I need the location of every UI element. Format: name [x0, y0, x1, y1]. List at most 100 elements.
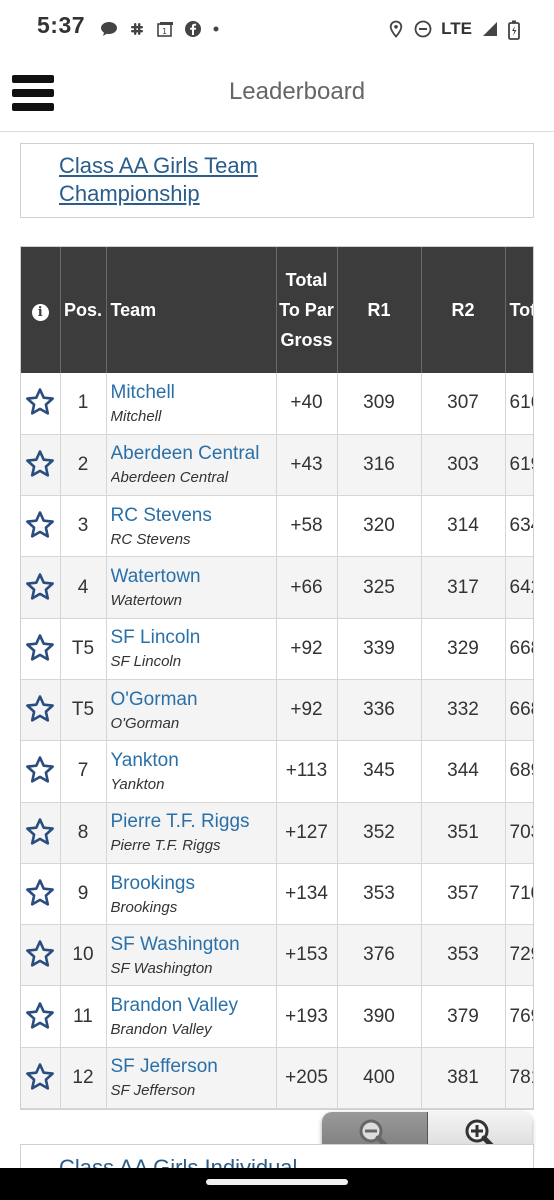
- cell-total: 668: [505, 618, 533, 680]
- cell-total: 616: [505, 373, 533, 435]
- cell-r1: 320: [337, 495, 422, 558]
- cell-team: Watertown Watertown: [106, 556, 277, 619]
- col-r2: R2: [421, 247, 506, 373]
- table-header-row: i Pos. Team Total To Par Gross R1 R2 Tot: [21, 247, 533, 373]
- cell-team: O'Gorman O'Gorman: [106, 679, 277, 742]
- cell-team: SF Lincoln SF Lincoln: [106, 618, 277, 680]
- cell-pos: 8: [60, 802, 107, 864]
- team-link[interactable]: Watertown: [111, 566, 276, 588]
- favorite-star-button[interactable]: [21, 373, 61, 435]
- table-row: 4WatertownWatertown+66325317642: [21, 556, 533, 619]
- col-team: Team: [106, 247, 277, 373]
- cell-r2: 344: [421, 740, 506, 803]
- favorite-star-button[interactable]: [21, 1047, 61, 1109]
- table-row: 12SF JeffersonSF Jefferson+205400381781: [21, 1047, 533, 1109]
- col-info[interactable]: i: [21, 247, 61, 373]
- star-icon: [24, 693, 56, 731]
- cell-r2: 379: [421, 985, 506, 1048]
- favorite-star-button[interactable]: [21, 802, 61, 864]
- team-subtitle: O'Gorman: [110, 714, 180, 732]
- svg-text:1: 1: [162, 27, 167, 36]
- team-link[interactable]: Brookings: [111, 873, 276, 895]
- cell-team: Yankton Yankton: [106, 740, 277, 803]
- favorite-star-button[interactable]: [21, 924, 61, 987]
- cell-total: 642: [505, 556, 533, 619]
- table-row: T5SF LincolnSF Lincoln+92339329668: [21, 618, 533, 680]
- cell-total: 668: [505, 679, 533, 742]
- table-row: 7YanktonYankton+113345344689: [21, 740, 533, 803]
- favorite-star-button[interactable]: [21, 434, 61, 497]
- cell-team: SF Washington SF Washington: [106, 924, 277, 987]
- star-icon: [24, 386, 56, 424]
- star-icon: [24, 632, 56, 670]
- cell-total: 769: [505, 985, 533, 1048]
- cell-total: 729: [505, 924, 533, 987]
- favorite-star-button[interactable]: [21, 740, 61, 803]
- event-card: Class AA Girls Team Championship: [20, 143, 534, 218]
- favorite-star-button[interactable]: [21, 985, 61, 1048]
- col-total: Tot: [505, 247, 533, 373]
- table-row: 3RC StevensRC Stevens+58320314634: [21, 495, 533, 558]
- cell-pos: 9: [60, 863, 107, 926]
- gesture-bar: [0, 1168, 554, 1200]
- table-row: 1MitchellMitchell+40309307616: [21, 373, 533, 435]
- cell-r2: 317: [421, 556, 506, 619]
- favorite-star-button[interactable]: [21, 618, 61, 680]
- team-link[interactable]: Brandon Valley: [111, 995, 276, 1017]
- cell-pos: 4: [60, 556, 107, 619]
- cell-total: 619: [505, 434, 533, 497]
- cell-pos: 2: [60, 434, 107, 497]
- team-link[interactable]: Yankton: [111, 750, 276, 772]
- cell-team: SF Jefferson SF Jefferson: [106, 1047, 277, 1109]
- star-icon: [24, 816, 56, 854]
- cell-r1: 339: [337, 618, 422, 680]
- cell-to-par: +134: [276, 863, 338, 926]
- table-row: 2 Aberdeen Central Aberdeen Central +43 316 3…: [21, 434, 533, 497]
- leaderboard-table[interactable]: i Pos. Team Total To Par Gross R1 R2 Tot…: [20, 246, 534, 1110]
- team-subtitle: Brookings: [110, 898, 178, 916]
- cell-r2: 329: [421, 618, 506, 680]
- team-link[interactable]: SF Washington: [111, 934, 276, 956]
- event-title-link[interactable]: Class AA Girls Team Championship: [59, 152, 359, 208]
- cell-pos: 12: [60, 1047, 107, 1109]
- cell-r1: 400: [337, 1047, 422, 1109]
- team-link[interactable]: Pierre T.F. Riggs: [111, 811, 276, 833]
- cell-r1: 390: [337, 985, 422, 1048]
- calendar-icon: 1: [156, 20, 174, 38]
- star-icon: [24, 1000, 56, 1038]
- cell-pos: T5: [60, 679, 107, 742]
- team-link[interactable]: Mitchell: [111, 382, 276, 404]
- team-link[interactable]: O'Gorman: [111, 689, 276, 711]
- cell-r1: 325: [337, 556, 422, 619]
- table-row: 9BrookingsBrookings+134353357710: [21, 863, 533, 926]
- status-bar: 5:37 1 LTE: [0, 0, 554, 56]
- cell-r1: 309: [337, 373, 422, 435]
- cell-total: 634: [505, 495, 533, 558]
- info-icon[interactable]: i: [31, 303, 49, 321]
- cell-team: Brookings Brookings: [106, 863, 277, 926]
- cell-pos: T5: [60, 618, 107, 680]
- star-icon: [24, 877, 56, 915]
- cell-r2: 332: [421, 679, 506, 742]
- home-indicator[interactable]: [206, 1179, 348, 1185]
- favorite-star-button[interactable]: [21, 495, 61, 558]
- team-link[interactable]: Aberdeen Central: [111, 443, 276, 465]
- dot-icon: [212, 20, 220, 38]
- team-subtitle: Mitchell: [110, 407, 162, 425]
- location-pin-icon: [387, 20, 405, 38]
- cell-to-par: +92: [276, 679, 338, 742]
- team-subtitle: Pierre T.F. Riggs: [110, 837, 221, 855]
- system-icons: LTE: [387, 18, 520, 40]
- favorite-star-button[interactable]: [21, 863, 61, 926]
- favorite-star-button[interactable]: [21, 679, 61, 742]
- cell-total: 710: [505, 863, 533, 926]
- team-link[interactable]: RC Stevens: [111, 505, 276, 527]
- team-link[interactable]: SF Lincoln: [111, 627, 276, 649]
- star-icon: [24, 938, 56, 976]
- cell-to-par: +43: [276, 434, 338, 497]
- favorite-star-button[interactable]: [21, 556, 61, 619]
- cell-to-par: +40: [276, 373, 338, 435]
- team-link[interactable]: SF Jefferson: [111, 1056, 276, 1078]
- page-title: Leaderboard: [228, 78, 366, 105]
- status-time: 5:37: [37, 12, 86, 38]
